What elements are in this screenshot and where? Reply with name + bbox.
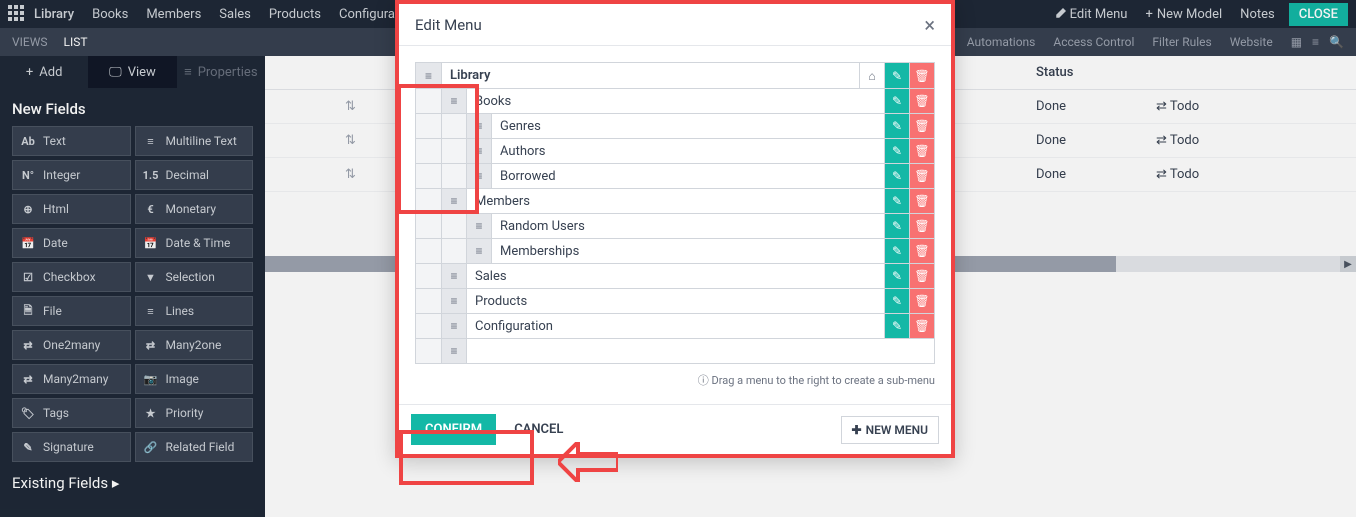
edit-icon[interactable]: ✎ xyxy=(884,214,909,238)
tree-row: ≡Configuration✎🗑 xyxy=(416,313,934,338)
confirm-button[interactable]: CONFIRM xyxy=(411,414,496,445)
tree-row: ≡Authors✎🗑 xyxy=(416,138,934,163)
menu-label[interactable]: Borrowed xyxy=(491,164,884,188)
drag-handle-icon[interactable]: ≡ xyxy=(466,114,491,138)
drag-handle-icon[interactable]: ≡ xyxy=(441,264,466,288)
edit-icon[interactable]: ✎ xyxy=(884,139,909,163)
hint-text: ⓘ Drag a menu to the right to create a s… xyxy=(415,372,935,388)
delete-icon[interactable]: 🗑 xyxy=(909,139,934,163)
menu-label[interactable] xyxy=(466,339,934,363)
edit-icon[interactable]: ✎ xyxy=(884,164,909,188)
menu-label[interactable]: Members xyxy=(466,189,884,213)
home-icon: ⌂ xyxy=(859,63,884,88)
menu-label[interactable]: Configuration xyxy=(466,314,884,338)
delete-icon[interactable]: 🗑 xyxy=(909,239,934,263)
drag-handle-icon[interactable]: ≡ xyxy=(441,339,466,363)
tree-row: ≡Memberships✎🗑 xyxy=(416,238,934,263)
tree-row: ≡Products✎🗑 xyxy=(416,288,934,313)
tree-row: ≡Genres✎🗑 xyxy=(416,113,934,138)
drag-handle-icon[interactable]: ≡ xyxy=(441,89,466,113)
menu-label[interactable]: Sales xyxy=(466,264,884,288)
drag-handle-icon[interactable]: ≡ xyxy=(416,63,441,88)
delete-icon[interactable]: 🗑 xyxy=(909,63,934,88)
plus-icon: ✚ xyxy=(852,423,862,437)
edit-icon[interactable]: ✎ xyxy=(884,189,909,213)
drag-handle-icon[interactable]: ≡ xyxy=(466,214,491,238)
modal-close-icon[interactable]: × xyxy=(924,13,935,37)
drag-handle-icon[interactable]: ≡ xyxy=(466,164,491,188)
menu-tree: ≡Library⌂✎🗑≡Books✎🗑≡Genres✎🗑≡Authors✎🗑≡B… xyxy=(415,62,935,364)
tree-row: ≡Borrowed✎🗑 xyxy=(416,163,934,188)
menu-label[interactable]: Authors xyxy=(491,139,884,163)
edit-icon[interactable]: ✎ xyxy=(884,239,909,263)
menu-label[interactable]: Genres xyxy=(491,114,884,138)
menu-label[interactable]: Memberships xyxy=(491,239,884,263)
edit-icon[interactable]: ✎ xyxy=(884,314,909,338)
edit-icon[interactable]: ✎ xyxy=(884,289,909,313)
edit-menu-modal: Edit Menu × ≡Library⌂✎🗑≡Books✎🗑≡Genres✎🗑… xyxy=(395,0,955,458)
edit-icon[interactable]: ✎ xyxy=(884,114,909,138)
tree-row: ≡Random Users✎🗑 xyxy=(416,213,934,238)
modal-title: Edit Menu xyxy=(415,16,482,34)
tree-row: ≡ xyxy=(416,338,934,363)
delete-icon[interactable]: 🗑 xyxy=(909,289,934,313)
delete-icon[interactable]: 🗑 xyxy=(909,189,934,213)
delete-icon[interactable]: 🗑 xyxy=(909,164,934,188)
tree-row: ≡Members✎🗑 xyxy=(416,188,934,213)
menu-label[interactable]: Books xyxy=(466,89,884,113)
menu-label[interactable]: Random Users xyxy=(491,214,884,238)
delete-icon[interactable]: 🗑 xyxy=(909,214,934,238)
cancel-button[interactable]: CANCEL xyxy=(500,414,577,445)
edit-icon[interactable]: ✎ xyxy=(884,264,909,288)
drag-handle-icon[interactable]: ≡ xyxy=(466,139,491,163)
menu-label[interactable]: Library xyxy=(441,63,859,88)
drag-handle-icon[interactable]: ≡ xyxy=(441,314,466,338)
delete-icon[interactable]: 🗑 xyxy=(909,314,934,338)
drag-handle-icon[interactable]: ≡ xyxy=(441,289,466,313)
drag-handle-icon[interactable]: ≡ xyxy=(441,189,466,213)
drag-handle-icon[interactable]: ≡ xyxy=(466,239,491,263)
tree-row: ≡Library⌂✎🗑 xyxy=(416,63,934,88)
menu-label[interactable]: Products xyxy=(466,289,884,313)
edit-icon[interactable]: ✎ xyxy=(884,89,909,113)
delete-icon[interactable]: 🗑 xyxy=(909,264,934,288)
delete-icon[interactable]: 🗑 xyxy=(909,89,934,113)
info-icon: ⓘ xyxy=(698,374,709,387)
tree-row: ≡Sales✎🗑 xyxy=(416,263,934,288)
new-menu-button[interactable]: ✚NEW MENU xyxy=(841,416,939,444)
edit-icon[interactable]: ✎ xyxy=(884,63,909,88)
delete-icon[interactable]: 🗑 xyxy=(909,114,934,138)
tree-row: ≡Books✎🗑 xyxy=(416,88,934,113)
